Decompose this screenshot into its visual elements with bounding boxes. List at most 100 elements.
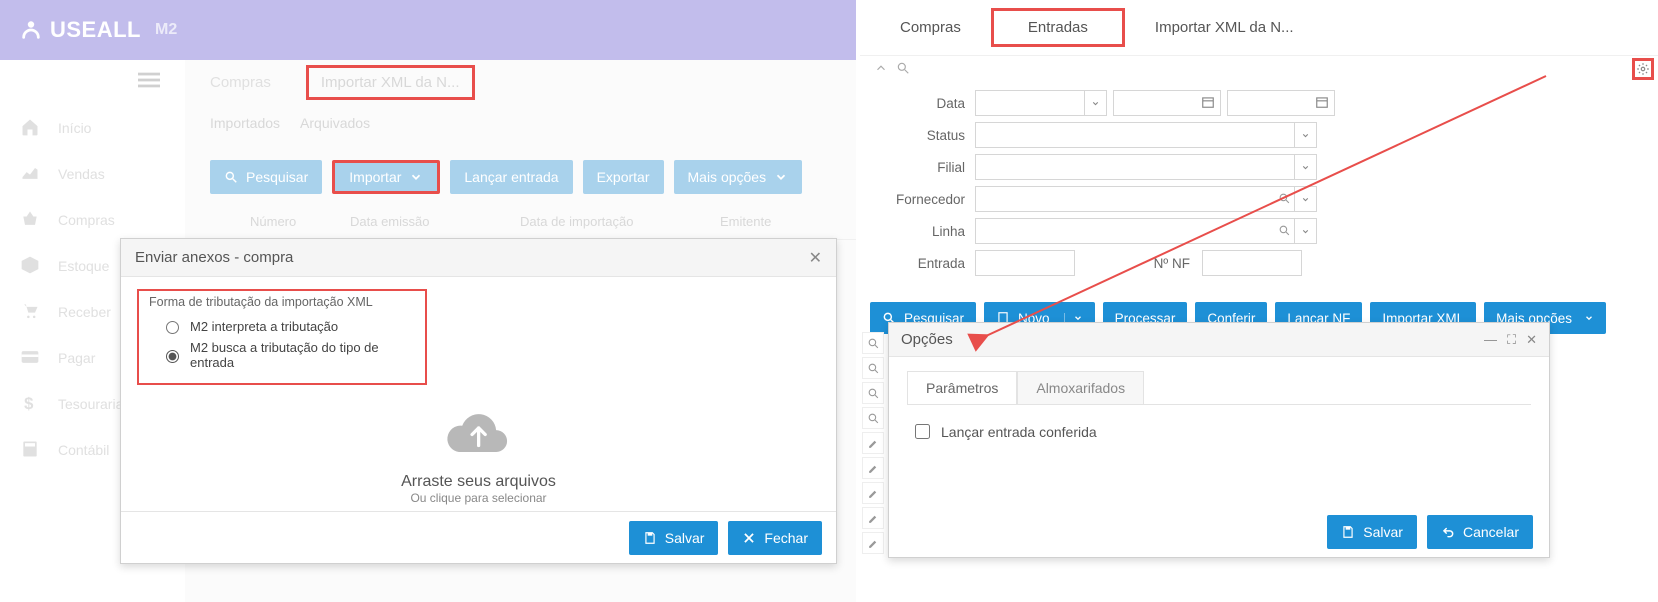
modal-title: Enviar anexos - compra (135, 249, 293, 266)
brand-name: USEALL (50, 17, 141, 43)
button-label: Fechar (764, 530, 808, 546)
edit-icon[interactable] (862, 532, 884, 554)
modal-save-button[interactable]: Salvar (629, 521, 719, 555)
upload-dropzone[interactable]: Arraste seus arquivos Ou clique para sel… (401, 407, 556, 505)
maximize-icon[interactable]: ⛶ (1507, 332, 1516, 348)
tab-parametros[interactable]: Parâmetros (907, 371, 1017, 404)
svg-text:$: $ (24, 393, 34, 412)
tab-arquivados[interactable]: Arquivados (300, 115, 370, 131)
calendar-icon[interactable] (1201, 95, 1215, 109)
breadcrumb-entradas[interactable]: Entradas (991, 8, 1125, 47)
edit-icon[interactable] (862, 457, 884, 479)
modal-close-button[interactable]: Fechar (728, 521, 822, 555)
dollar-icon: $ (20, 393, 40, 416)
button-label: Salvar (1363, 524, 1403, 540)
card-icon (20, 347, 40, 370)
tributacao-box: Forma de tributação da importação XML M2… (137, 289, 427, 385)
filter-label-nf: Nº NF (1141, 256, 1196, 271)
filter-label-fornecedor: Fornecedor (880, 192, 975, 207)
pesquisar-button[interactable]: Pesquisar (210, 160, 322, 194)
tab-importados[interactable]: Importados (210, 115, 280, 131)
button-label: Lançar entrada (464, 169, 558, 185)
minimize-icon[interactable]: — (1484, 332, 1497, 348)
chevron-down-icon[interactable] (1295, 218, 1317, 244)
filter-label-status: Status (880, 128, 975, 143)
status-select[interactable] (975, 122, 1295, 148)
upload-title: Arraste seus arquivos (401, 473, 556, 491)
button-label: Importar (349, 169, 401, 185)
exportar-button[interactable]: Exportar (583, 160, 664, 194)
linha-input[interactable] (975, 218, 1295, 244)
search-icon[interactable] (1278, 224, 1291, 237)
filter-label-data: Data (880, 96, 975, 111)
hamburger-icon[interactable] (138, 69, 160, 96)
filter-label-linha: Linha (880, 224, 975, 239)
search-icon[interactable] (862, 382, 884, 404)
grid-header: Número Data emissão Data de importação E… (185, 204, 856, 240)
search-icon[interactable] (862, 357, 884, 379)
opcoes-modal-title: Opções (901, 331, 953, 348)
edit-icon[interactable] (862, 482, 884, 504)
close-icon[interactable]: ✕ (1526, 332, 1537, 348)
tributacao-title: Forma de tributação da importação XML (149, 295, 415, 309)
radio-m2-busca[interactable]: M2 busca a tributação do tipo de entrada (149, 337, 415, 373)
radio-m2-interpreta[interactable]: M2 interpreta a tributação (149, 315, 415, 337)
right-breadcrumb: Compras Entradas Importar XML da N... (860, 0, 1658, 56)
fornecedor-input[interactable] (975, 186, 1295, 212)
checkbox-lancar-entrada-conferida[interactable]: Lançar entrada conferida (911, 421, 1527, 442)
breadcrumb-importar-xml[interactable]: Importar XML da N... (306, 65, 475, 100)
search-icon[interactable] (862, 332, 884, 354)
mais-opcoes-button[interactable]: Mais opções (674, 160, 803, 194)
sidebar-item-label: Pagar (58, 350, 95, 366)
sidebar-item-vendas[interactable]: Vendas (0, 151, 185, 197)
chevron-down-icon[interactable] (1295, 186, 1317, 212)
calendar-icon[interactable] (1315, 95, 1329, 109)
button-label: Pesquisar (246, 169, 308, 185)
search-icon[interactable] (896, 61, 910, 80)
chevron-down-icon[interactable] (1085, 90, 1107, 116)
basket-icon (20, 209, 40, 232)
cart-icon (20, 301, 40, 324)
button-label: Salvar (665, 530, 705, 546)
sidebar-item-compras[interactable]: Compras (0, 197, 185, 243)
opcoes-save-button[interactable]: Salvar (1327, 515, 1417, 549)
calc-icon (20, 439, 40, 462)
col-emitente: Emitente (720, 214, 831, 229)
edit-icon[interactable] (862, 507, 884, 529)
opcoes-cancel-button[interactable]: Cancelar (1427, 515, 1533, 549)
sidebar-item-label: Compras (58, 212, 115, 228)
collapse-icon[interactable] (874, 61, 888, 80)
brand-logo: USEALL M2 (20, 17, 177, 43)
left-app-header: USEALL M2 (0, 0, 856, 60)
enviar-anexos-modal: Enviar anexos - compra ✕ Forma de tribut… (120, 238, 837, 564)
modal-close-icon[interactable]: ✕ (809, 248, 822, 268)
chevron-down-icon[interactable] (1295, 122, 1317, 148)
upload-subtitle: Ou clique para selecionar (401, 491, 556, 505)
importar-button[interactable]: Importar (332, 160, 440, 194)
entrada-input[interactable] (975, 250, 1075, 276)
sidebar-item-label: Contábil (58, 442, 109, 458)
row-tools-column (862, 332, 884, 554)
col-numero: Número (250, 214, 350, 229)
home-icon (20, 117, 40, 140)
edit-icon[interactable] (862, 432, 884, 454)
search-icon[interactable] (1278, 192, 1291, 205)
sidebar-item-label: Receber (58, 304, 111, 320)
chevron-down-icon[interactable] (1295, 154, 1317, 180)
tab-almoxarifados[interactable]: Almoxarifados (1017, 371, 1144, 404)
settings-gear-button[interactable] (1632, 58, 1654, 80)
button-label: Cancelar (1463, 524, 1519, 540)
breadcrumb-compras[interactable]: Compras (900, 19, 961, 36)
sidebar-item-inicio[interactable]: Início (0, 105, 185, 151)
search-icon[interactable] (862, 407, 884, 429)
opcoes-modal: Opções — ⛶ ✕ Parâmetros Almoxarifados La… (888, 322, 1550, 558)
filial-select[interactable] (975, 154, 1295, 180)
data-type-select[interactable] (975, 90, 1085, 116)
checkbox-label: Lançar entrada conferida (941, 424, 1097, 440)
breadcrumb-compras[interactable]: Compras (210, 74, 271, 91)
nf-input[interactable] (1202, 250, 1302, 276)
breadcrumb-importar-xml[interactable]: Importar XML da N... (1155, 19, 1294, 36)
left-breadcrumb: Compras Importar XML da N... (185, 60, 856, 105)
lancar-entrada-button[interactable]: Lançar entrada (450, 160, 572, 194)
button-label: Mais opções (688, 169, 767, 185)
